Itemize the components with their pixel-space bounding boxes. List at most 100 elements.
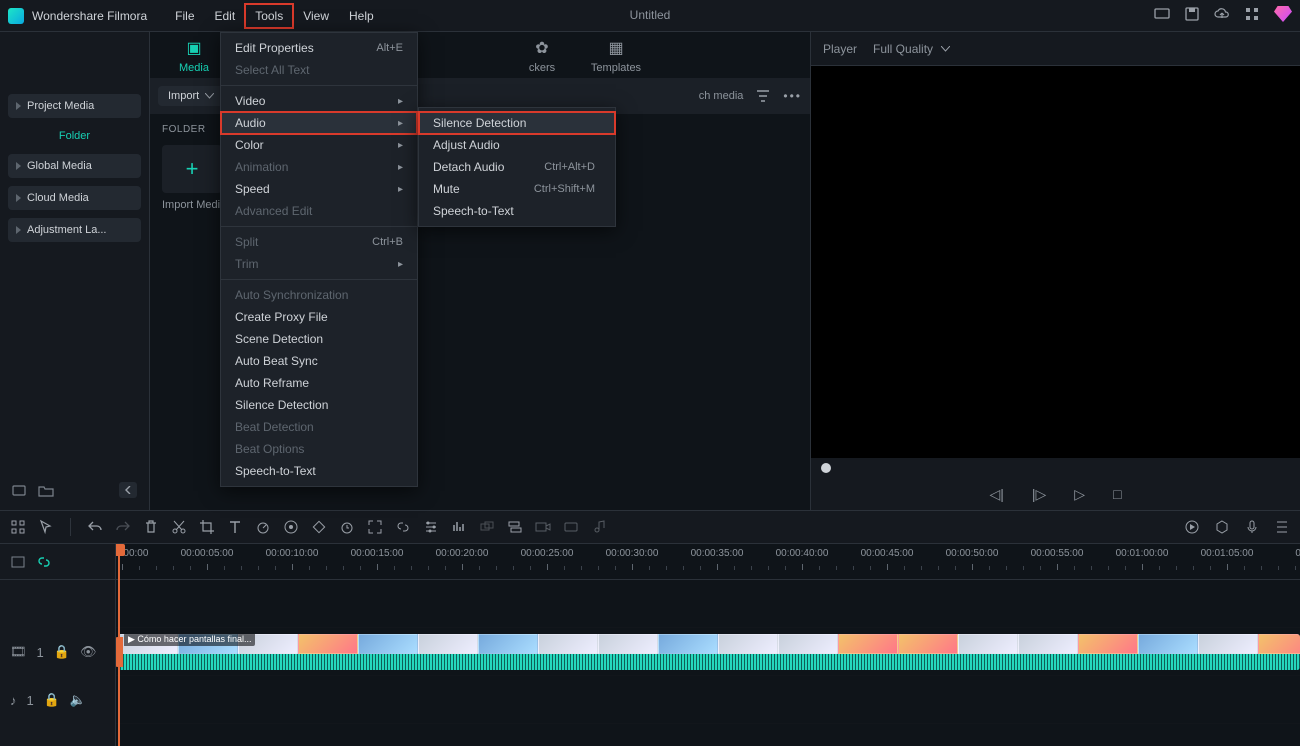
stack-icon[interactable]: [507, 519, 523, 535]
playhead[interactable]: [118, 544, 120, 746]
menu-edit[interactable]: Edit: [205, 4, 246, 28]
play-button[interactable]: ▷: [1074, 486, 1085, 503]
tools-menu-edit-properties[interactable]: Edit PropertiesAlt+E: [221, 37, 417, 59]
ruler-label: 00:00:15:00: [351, 548, 404, 559]
next-frame-button[interactable]: |▷: [1032, 486, 1046, 503]
cut-icon[interactable]: [171, 519, 187, 535]
import-media-tile[interactable]: +: [162, 145, 222, 193]
sidebar-global-media[interactable]: Global Media: [8, 154, 141, 178]
group-icon[interactable]: [479, 519, 495, 535]
tab-stickers[interactable]: ✿ ckers: [512, 38, 572, 74]
player-quality-dropdown[interactable]: Full Quality: [873, 42, 950, 56]
timeline-tracks[interactable]: 00:00:00:0000:00:05:0000:00:10:0000:00:1…: [116, 544, 1300, 746]
chain-icon[interactable]: [395, 519, 411, 535]
seek-handle-icon[interactable]: [821, 463, 831, 473]
audio-track[interactable]: [116, 676, 1300, 724]
prev-frame-button[interactable]: ◁|: [989, 486, 1003, 503]
time-ruler[interactable]: 00:00:00:0000:00:05:0000:00:10:0000:00:1…: [116, 544, 1300, 580]
ruler-label: 00:00:45:00: [861, 548, 914, 559]
audio-track-header[interactable]: ♪ 1 🔒 🔈: [0, 676, 115, 724]
save-icon[interactable]: [1184, 6, 1200, 22]
tab-templates[interactable]: ▦ Templates: [586, 38, 646, 74]
marker-icon[interactable]: [1214, 519, 1230, 535]
sticker-icon: ✿: [535, 38, 548, 58]
sidebar-adjustment-layer[interactable]: Adjustment La...: [8, 218, 141, 242]
delete-icon[interactable]: [143, 519, 159, 535]
ruler-label: 00:00:05:00: [181, 548, 234, 559]
caret-icon: [16, 102, 21, 110]
timeline-menu-icon[interactable]: [10, 554, 26, 570]
tools-menu-video[interactable]: Video▸: [221, 90, 417, 112]
import-button[interactable]: Import: [158, 86, 224, 106]
mixer-icon[interactable]: [1274, 519, 1290, 535]
fit-icon[interactable]: [367, 519, 383, 535]
undo-icon[interactable]: [87, 519, 103, 535]
audio-submenu-detach-audio[interactable]: Detach AudioCtrl+Alt+D: [419, 156, 615, 178]
filter-icon[interactable]: [755, 88, 771, 104]
tools-menu-auto-reframe[interactable]: Auto Reframe: [221, 372, 417, 394]
grid-icon[interactable]: [10, 519, 26, 535]
music-tool-icon[interactable]: [591, 519, 607, 535]
tools-menu-speech-to-text[interactable]: Speech-to-Text: [221, 460, 417, 482]
audio-submenu-speech-to-text[interactable]: Speech-to-Text: [419, 200, 615, 222]
video-clip[interactable]: ▶ Cómo hacer pantallas final...: [118, 634, 1300, 670]
collapse-sidebar-button[interactable]: [119, 482, 137, 498]
sidebar-project-media[interactable]: Project Media: [8, 94, 141, 118]
tools-menu-audio[interactable]: Audio▸: [221, 112, 417, 134]
redo-icon[interactable]: [115, 519, 131, 535]
eq-icon[interactable]: [451, 519, 467, 535]
folder-icon[interactable]: [38, 482, 54, 498]
mic-icon[interactable]: [1244, 519, 1260, 535]
caret-icon: [16, 162, 21, 170]
timer-icon[interactable]: [339, 519, 355, 535]
tab-media[interactable]: ▣ Media: [164, 38, 224, 74]
tools-menu-create-proxy-file[interactable]: Create Proxy File: [221, 306, 417, 328]
menu-view[interactable]: View: [293, 4, 339, 28]
keyframe-icon[interactable]: [311, 519, 327, 535]
ruler-label: 00:00:30:00: [606, 548, 659, 559]
menu-help[interactable]: Help: [339, 4, 384, 28]
crop-icon[interactable]: [199, 519, 215, 535]
premium-gem-icon[interactable]: [1274, 6, 1292, 22]
tools-menu-auto-beat-sync[interactable]: Auto Beat Sync: [221, 350, 417, 372]
ruler-label: 00:01:1: [1295, 548, 1300, 559]
render-icon[interactable]: [1184, 519, 1200, 535]
visibility-icon[interactable]: 👁: [80, 644, 97, 660]
video-track[interactable]: ▶ Cómo hacer pantallas final...: [116, 628, 1300, 676]
tools-menu-speed[interactable]: Speed▸: [221, 178, 417, 200]
link-tracks-icon[interactable]: [36, 554, 52, 570]
cloud-upload-icon[interactable]: [1214, 6, 1230, 22]
screen-icon[interactable]: [1154, 6, 1170, 22]
more-icon[interactable]: •••: [783, 89, 802, 103]
tools-menu-color[interactable]: Color▸: [221, 134, 417, 156]
cursor-icon[interactable]: [38, 519, 54, 535]
audio-submenu-mute[interactable]: MuteCtrl+Shift+M: [419, 178, 615, 200]
color-icon[interactable]: [283, 519, 299, 535]
audio-submenu-adjust-audio[interactable]: Adjust Audio: [419, 134, 615, 156]
sidebar-cloud-media[interactable]: Cloud Media: [8, 186, 141, 210]
seekbar[interactable]: [811, 458, 1300, 478]
stop-button[interactable]: □: [1113, 486, 1121, 502]
lock-icon[interactable]: 🔒: [54, 644, 70, 660]
apps-grid-icon[interactable]: [1244, 6, 1260, 22]
menu-file[interactable]: File: [165, 4, 204, 28]
ruler-label: 00:01:05:00: [1201, 548, 1254, 559]
sidebar-folder[interactable]: Folder: [8, 126, 141, 146]
tools-menu-silence-detection[interactable]: Silence Detection: [221, 394, 417, 416]
tools-menu-scene-detection[interactable]: Scene Detection: [221, 328, 417, 350]
audio-submenu-silence-detection[interactable]: Silence Detection: [419, 112, 615, 134]
empty-track[interactable]: [116, 580, 1300, 628]
speed-icon[interactable]: [255, 519, 271, 535]
new-folder-icon[interactable]: [12, 482, 28, 498]
video-track-header[interactable]: 🎞 1 🔒 👁: [0, 628, 115, 676]
text-icon[interactable]: [227, 519, 243, 535]
tools-menu-beat-detection: Beat Detection: [221, 416, 417, 438]
record-icon[interactable]: [535, 519, 551, 535]
video-preview[interactable]: [811, 66, 1300, 458]
lock-icon[interactable]: 🔒: [44, 692, 60, 708]
menu-tools[interactable]: Tools: [245, 4, 293, 28]
sliders-icon[interactable]: [423, 519, 439, 535]
cc-icon[interactable]: [563, 519, 579, 535]
tools-menu-animation: Animation▸: [221, 156, 417, 178]
mute-icon[interactable]: 🔈: [70, 692, 86, 708]
